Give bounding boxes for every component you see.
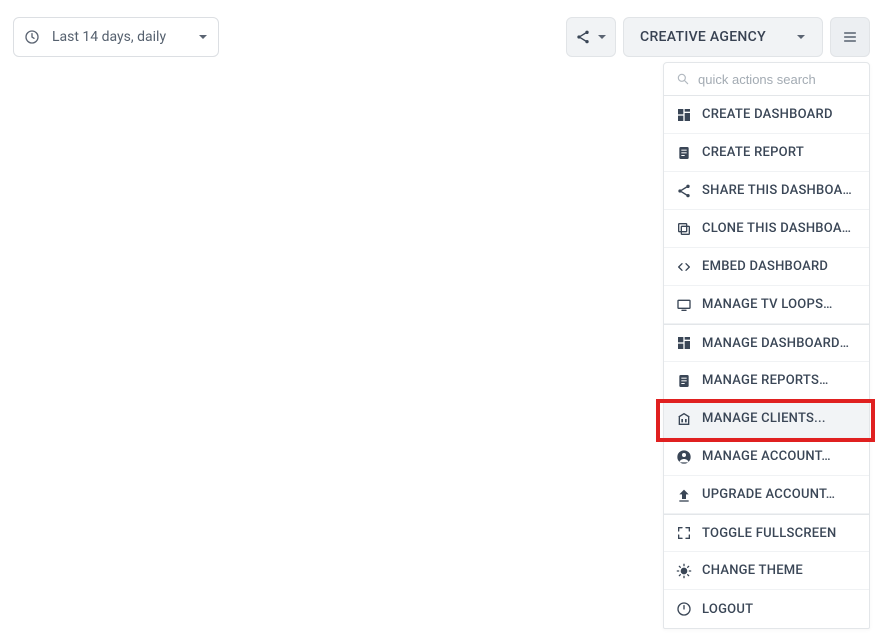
search-icon — [676, 72, 690, 86]
menu-item-manage-account[interactable]: MANAGE ACCOUNT… — [664, 438, 869, 476]
chevron-down-icon — [198, 32, 208, 42]
fullscreen-icon — [676, 525, 692, 541]
menu-icon — [842, 29, 858, 45]
menu-item-label: CREATE REPORT — [702, 145, 804, 160]
menu-item-create-dashboard[interactable]: CREATE DASHBOARD — [664, 96, 869, 134]
menu-item-label: MANAGE REPORTS… — [702, 373, 829, 388]
menu-item-toggle-fullscreen[interactable]: TOGGLE FULLSCREEN — [664, 514, 869, 552]
menu-button[interactable] — [830, 17, 870, 57]
dashboard-icon — [676, 107, 692, 123]
menu-item-manage-reports[interactable]: MANAGE REPORTS… — [664, 362, 869, 400]
menu-item-change-theme[interactable]: CHANGE THEME — [664, 552, 869, 590]
menu-item-clone-dashboard[interactable]: CLONE THIS DASHBOARD — [664, 210, 869, 248]
actions-dropdown: CREATE DASHBOARD CREATE REPORT SHARE THI… — [663, 62, 870, 629]
share-icon — [575, 29, 591, 45]
menu-item-label: EMBED DASHBOARD — [702, 259, 828, 274]
menu-item-label: MANAGE CLIENTS... — [702, 411, 826, 426]
menu-item-manage-tv-loops[interactable]: MANAGE TV LOOPS… — [664, 286, 869, 324]
menu-item-label: MANAGE TV LOOPS… — [702, 297, 833, 312]
topbar-right: CREATIVE AGENCY — [566, 17, 870, 57]
embed-icon — [676, 259, 692, 275]
menu-item-upgrade-account[interactable]: UPGRADE ACCOUNT… — [664, 476, 869, 514]
menu-item-label: LOGOUT — [702, 602, 753, 617]
dashboard-icon — [676, 335, 692, 351]
topbar-left: Last 14 days, daily — [13, 17, 219, 57]
menu-item-label: TOGGLE FULLSCREEN — [702, 526, 836, 541]
menu-item-share-dashboard[interactable]: SHARE THIS DASHBOARD — [664, 172, 869, 210]
tv-icon — [676, 297, 692, 313]
menu-item-manage-clients[interactable]: MANAGE CLIENTS... — [664, 400, 869, 438]
logout-icon — [676, 601, 692, 617]
share-icon — [676, 183, 692, 199]
menu-item-label: MANAGE DASHBOARDS... — [702, 336, 857, 351]
chevron-down-icon — [796, 32, 806, 42]
report-icon — [676, 373, 692, 389]
date-range-selector[interactable]: Last 14 days, daily — [13, 17, 219, 57]
clone-icon — [676, 221, 692, 237]
menu-item-embed-dashboard[interactable]: EMBED DASHBOARD — [664, 248, 869, 286]
quick-actions-search-row — [664, 63, 869, 96]
quick-actions-search-input[interactable] — [698, 72, 874, 87]
menu-item-label: MANAGE ACCOUNT… — [702, 449, 831, 464]
chevron-down-icon — [597, 32, 607, 42]
theme-icon — [676, 563, 692, 579]
menu-item-label: CHANGE THEME — [702, 563, 803, 578]
client-selector-label: CREATIVE AGENCY — [640, 29, 766, 45]
upgrade-icon — [676, 487, 692, 503]
clock-icon — [24, 29, 40, 45]
menu-item-label: UPGRADE ACCOUNT… — [702, 487, 835, 502]
clients-icon — [676, 411, 692, 427]
menu-item-logout[interactable]: LOGOUT — [664, 590, 869, 628]
account-icon — [676, 449, 692, 465]
menu-item-manage-dashboards[interactable]: MANAGE DASHBOARDS... — [664, 324, 869, 362]
menu-item-label: SHARE THIS DASHBOARD — [702, 183, 857, 198]
menu-item-create-report[interactable]: CREATE REPORT — [664, 134, 869, 172]
share-button[interactable] — [566, 17, 616, 57]
menu-item-label: CREATE DASHBOARD — [702, 107, 833, 122]
date-range-label: Last 14 days, daily — [50, 29, 166, 45]
report-icon — [676, 145, 692, 161]
menu-item-label: CLONE THIS DASHBOARD — [702, 221, 857, 236]
client-selector[interactable]: CREATIVE AGENCY — [623, 17, 823, 57]
topbar: Last 14 days, daily CREATIVE AGENCY — [0, 0, 883, 58]
